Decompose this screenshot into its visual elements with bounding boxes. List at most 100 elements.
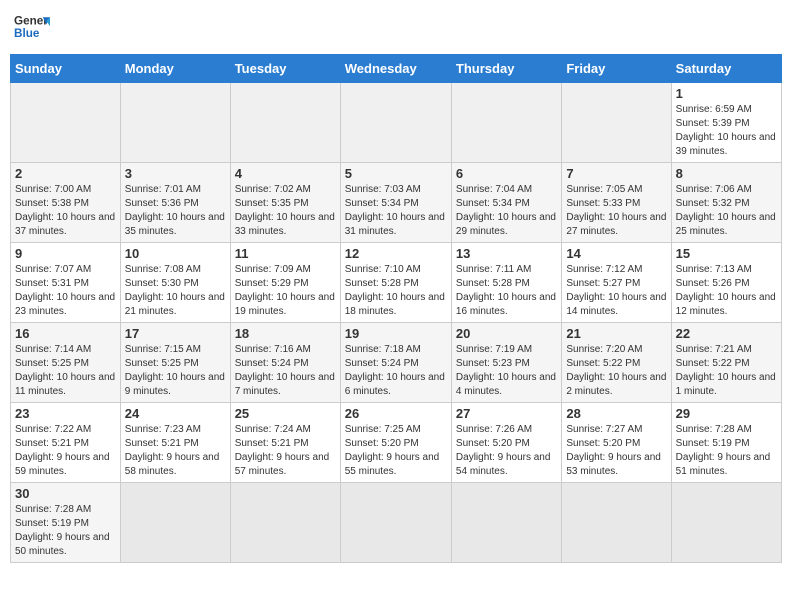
calendar-cell: 7Sunrise: 7:05 AM Sunset: 5:33 PM Daylig…: [562, 163, 671, 243]
calendar: SundayMondayTuesdayWednesdayThursdayFrid…: [10, 54, 782, 563]
day-number: 10: [125, 246, 226, 261]
calendar-week-row: 2Sunrise: 7:00 AM Sunset: 5:38 PM Daylig…: [11, 163, 782, 243]
day-number: 27: [456, 406, 557, 421]
day-info: Sunrise: 7:23 AM Sunset: 5:21 PM Dayligh…: [125, 423, 226, 479]
calendar-cell: [562, 83, 671, 163]
calendar-cell: 30 Sunrise: 7:28 AM Sunset: 5:19 PM Dayli…: [11, 483, 121, 563]
day-info: Sunrise: 7:26 AM Sunset: 5:20 PM Dayligh…: [456, 423, 557, 479]
calendar-cell: [340, 483, 451, 563]
calendar-week-row: 16 Sunrise: 7:14 AM Sunset: 5:25 PM Dayli…: [11, 323, 782, 403]
day-info: Sunrise: 7:11 AM Sunset: 5:28 PM Dayligh…: [456, 263, 557, 319]
day-info: Sunrise: 7:24 AM Sunset: 5:21 PM Dayligh…: [235, 423, 336, 479]
day-number: 17: [125, 326, 226, 341]
day-number: 15: [676, 246, 777, 261]
day-info: Sunrise: 7:20 AM Sunset: 5:22 PM Dayligh…: [566, 343, 666, 399]
svg-text:General: General: [14, 14, 50, 27]
day-number: 13: [456, 246, 557, 261]
day-info: Sunrise: 7:08 AM Sunset: 5:30 PM Dayligh…: [125, 263, 226, 319]
day-number: 19: [345, 326, 447, 341]
weekday-header-sunday: Sunday: [11, 55, 121, 83]
calendar-cell: 20Sunrise: 7:19 AM Sunset: 5:23 PM Dayli…: [451, 323, 561, 403]
day-info: Sunrise: 7:14 AM Sunset: 5:25 PM Dayligh…: [15, 343, 116, 399]
day-number: 21: [566, 326, 666, 341]
day-number: 6: [456, 166, 557, 181]
weekday-header-row: SundayMondayTuesdayWednesdayThursdayFrid…: [11, 55, 782, 83]
calendar-cell: 28 Sunrise: 7:27 AM Sunset: 5:20 PM Dayli…: [562, 403, 671, 483]
day-number: 25: [235, 406, 336, 421]
calendar-cell: 18Sunrise: 7:16 AM Sunset: 5:24 PM Dayli…: [230, 323, 340, 403]
calendar-cell: 19Sunrise: 7:18 AM Sunset: 5:24 PM Dayli…: [340, 323, 451, 403]
calendar-cell: 10 Sunrise: 7:08 AM Sunset: 5:30 PM Dayli…: [120, 243, 230, 323]
day-info: Sunrise: 7:12 AM Sunset: 5:27 PM Dayligh…: [566, 263, 666, 319]
day-info: Sunrise: 7:25 AM Sunset: 5:20 PM Dayligh…: [345, 423, 447, 479]
day-number: 29: [676, 406, 777, 421]
calendar-week-row: 9Sunrise: 7:07 AM Sunset: 5:31 PM Daylig…: [11, 243, 782, 323]
day-info: Sunrise: 7:01 AM Sunset: 5:36 PM Dayligh…: [125, 183, 226, 239]
calendar-cell: [451, 83, 561, 163]
day-number: 7: [566, 166, 666, 181]
day-number: 26: [345, 406, 447, 421]
calendar-cell: 12 Sunrise: 7:10 AM Sunset: 5:28 PM Dayli…: [340, 243, 451, 323]
calendar-cell: 17 Sunrise: 7:15 AM Sunset: 5:25 PM Dayli…: [120, 323, 230, 403]
calendar-cell: [230, 483, 340, 563]
calendar-cell: [230, 83, 340, 163]
calendar-cell: 24Sunrise: 7:23 AM Sunset: 5:21 PM Dayli…: [120, 403, 230, 483]
day-info: Sunrise: 7:04 AM Sunset: 5:34 PM Dayligh…: [456, 183, 557, 239]
day-info: Sunrise: 6:59 AM Sunset: 5:39 PM Dayligh…: [676, 103, 777, 159]
calendar-cell: 26 Sunrise: 7:25 AM Sunset: 5:20 PM Dayli…: [340, 403, 451, 483]
day-info: Sunrise: 7:27 AM Sunset: 5:20 PM Dayligh…: [566, 423, 666, 479]
calendar-cell: 1 Sunrise: 6:59 AM Sunset: 5:39 PM Daylig…: [671, 83, 781, 163]
calendar-cell: 6 Sunrise: 7:04 AM Sunset: 5:34 PM Daylig…: [451, 163, 561, 243]
day-number: 2: [15, 166, 116, 181]
weekday-header-friday: Friday: [562, 55, 671, 83]
day-number: 18: [235, 326, 336, 341]
calendar-cell: [120, 83, 230, 163]
weekday-header-tuesday: Tuesday: [230, 55, 340, 83]
day-info: Sunrise: 7:10 AM Sunset: 5:28 PM Dayligh…: [345, 263, 447, 319]
day-number: 11: [235, 246, 336, 261]
generalblue-logo-icon: General Blue: [14, 10, 50, 46]
weekday-header-monday: Monday: [120, 55, 230, 83]
calendar-cell: [340, 83, 451, 163]
day-number: 5: [345, 166, 447, 181]
calendar-cell: 13 Sunrise: 7:11 AM Sunset: 5:28 PM Dayli…: [451, 243, 561, 323]
day-info: Sunrise: 7:22 AM Sunset: 5:21 PM Dayligh…: [15, 423, 116, 479]
calendar-cell: [11, 83, 121, 163]
calendar-cell: 2Sunrise: 7:00 AM Sunset: 5:38 PM Daylig…: [11, 163, 121, 243]
day-info: Sunrise: 7:28 AM Sunset: 5:19 PM Dayligh…: [676, 423, 777, 479]
calendar-cell: [562, 483, 671, 563]
calendar-week-row: 1 Sunrise: 6:59 AM Sunset: 5:39 PM Daylig…: [11, 83, 782, 163]
day-info: Sunrise: 7:15 AM Sunset: 5:25 PM Dayligh…: [125, 343, 226, 399]
day-number: 4: [235, 166, 336, 181]
day-info: Sunrise: 7:19 AM Sunset: 5:23 PM Dayligh…: [456, 343, 557, 399]
day-number: 28: [566, 406, 666, 421]
day-info: Sunrise: 7:06 AM Sunset: 5:32 PM Dayligh…: [676, 183, 777, 239]
day-info: Sunrise: 7:13 AM Sunset: 5:26 PM Dayligh…: [676, 263, 777, 319]
calendar-cell: 15 Sunrise: 7:13 AM Sunset: 5:26 PM Dayli…: [671, 243, 781, 323]
day-info: Sunrise: 7:09 AM Sunset: 5:29 PM Dayligh…: [235, 263, 336, 319]
calendar-cell: 29 Sunrise: 7:28 AM Sunset: 5:19 PM Dayli…: [671, 403, 781, 483]
calendar-cell: 14Sunrise: 7:12 AM Sunset: 5:27 PM Dayli…: [562, 243, 671, 323]
calendar-cell: 23Sunrise: 7:22 AM Sunset: 5:21 PM Dayli…: [11, 403, 121, 483]
day-number: 16: [15, 326, 116, 341]
day-info: Sunrise: 7:21 AM Sunset: 5:22 PM Dayligh…: [676, 343, 777, 399]
calendar-cell: 27 Sunrise: 7:26 AM Sunset: 5:20 PM Dayli…: [451, 403, 561, 483]
calendar-week-row: 30 Sunrise: 7:28 AM Sunset: 5:19 PM Dayli…: [11, 483, 782, 563]
day-info: Sunrise: 7:28 AM Sunset: 5:19 PM Dayligh…: [15, 503, 116, 559]
logo-area: General Blue: [14, 10, 50, 46]
calendar-cell: 5Sunrise: 7:03 AM Sunset: 5:34 PM Daylig…: [340, 163, 451, 243]
calendar-cell: 9Sunrise: 7:07 AM Sunset: 5:31 PM Daylig…: [11, 243, 121, 323]
day-info: Sunrise: 7:07 AM Sunset: 5:31 PM Dayligh…: [15, 263, 116, 319]
weekday-header-thursday: Thursday: [451, 55, 561, 83]
calendar-cell: 21 Sunrise: 7:20 AM Sunset: 5:22 PM Dayli…: [562, 323, 671, 403]
calendar-cell: 25 Sunrise: 7:24 AM Sunset: 5:21 PM Dayli…: [230, 403, 340, 483]
day-number: 30: [15, 486, 116, 501]
day-number: 1: [676, 86, 777, 101]
day-number: 12: [345, 246, 447, 261]
weekday-header-wednesday: Wednesday: [340, 55, 451, 83]
header: General Blue: [10, 10, 782, 46]
calendar-cell: 3Sunrise: 7:01 AM Sunset: 5:36 PM Daylig…: [120, 163, 230, 243]
day-info: Sunrise: 7:02 AM Sunset: 5:35 PM Dayligh…: [235, 183, 336, 239]
calendar-cell: 4 Sunrise: 7:02 AM Sunset: 5:35 PM Daylig…: [230, 163, 340, 243]
calendar-cell: 11 Sunrise: 7:09 AM Sunset: 5:29 PM Dayli…: [230, 243, 340, 323]
